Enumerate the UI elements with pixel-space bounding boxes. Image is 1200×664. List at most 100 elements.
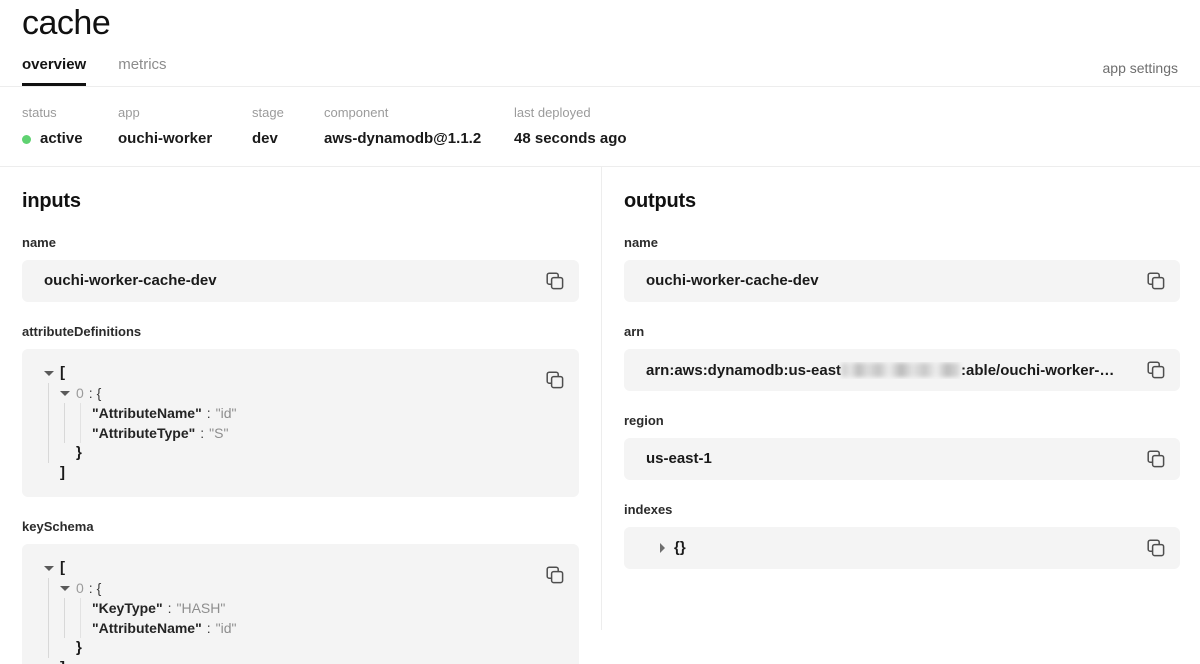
output-label-arn: arn: [624, 324, 645, 339]
output-field-region: region us-east-1: [624, 413, 1180, 480]
json-index: 0: [76, 580, 84, 596]
input-value-name: ouchi-worker-cache-dev: [44, 272, 217, 289]
status-item-component: component aws-dynamodb@1.1.2: [324, 105, 514, 148]
json-close-brace: }: [76, 639, 82, 656]
chevron-down-icon[interactable]: [60, 583, 70, 593]
copy-icon[interactable]: [546, 566, 564, 584]
json-row-array-open[interactable]: [: [44, 558, 533, 578]
output-label-name: name: [624, 235, 658, 250]
json-row-brace-close: }: [60, 638, 533, 658]
json-index-punct: : {: [88, 385, 102, 401]
output-value-name: ouchi-worker-cache-dev: [646, 272, 819, 289]
arn-suffix: :able/ouchi-worker-…: [961, 361, 1115, 379]
output-label-region: region: [624, 413, 664, 428]
arn-prefix: arn:aws:dynamodb:us-east: [646, 361, 842, 379]
copy-icon[interactable]: [1147, 450, 1165, 468]
json-key: "AttributeName": [92, 620, 202, 636]
tab-overview[interactable]: overview: [22, 56, 87, 86]
json-punct: :: [206, 620, 211, 636]
json-row-brace-close: }: [60, 443, 533, 463]
output-box-name: ouchi-worker-cache-dev: [624, 260, 1180, 302]
copy-icon[interactable]: [546, 371, 564, 389]
status-value-status: active: [40, 130, 83, 147]
status-dot-icon: [22, 134, 31, 144]
json-level-1: 0 : { "AttributeName" : "id" "AttributeT…: [44, 383, 533, 463]
json-level-2: "AttributeName" : "id" "AttributeType" :…: [60, 403, 533, 443]
copy-icon[interactable]: [1147, 539, 1165, 557]
copy-icon[interactable]: [1147, 272, 1165, 290]
json-open-bracket: [: [60, 364, 65, 381]
input-field-key-schema: keySchema [ 0 : {"KeyType": "HASH" "At…: [22, 519, 579, 664]
tab-list: overview metrics: [22, 56, 167, 86]
output-box-arn: arn:aws:dynamodb:us-east :able/ouchi-wor…: [624, 349, 1180, 391]
json-row-index[interactable]: 0 : {: [60, 383, 533, 403]
status-label-last-deployed: last deployed: [514, 105, 591, 120]
chevron-down-icon[interactable]: [60, 388, 70, 398]
chevron-down-icon[interactable]: [44, 368, 54, 378]
status-bar: status active app ouchi-worker stage dev…: [0, 87, 1200, 167]
json-key: "AttributeType": [92, 425, 196, 441]
input-field-attribute-definitions: attributeDefinitions [ 0 : {"AttributeN…: [22, 324, 579, 497]
status-label-component: component: [324, 105, 389, 120]
json-empty-object: {}: [674, 539, 686, 556]
tab-bar: overview metrics app settings: [0, 45, 1200, 87]
json-tree-attribute-definitions: [ 0 : { "AttributeName" : "id" "Attribut…: [44, 363, 533, 483]
inputs-title: inputs: [22, 190, 81, 212]
outputs-title: outputs: [624, 190, 696, 212]
json-punct: :: [206, 405, 211, 421]
status-value-stage: dev: [252, 130, 278, 147]
chevron-right-icon[interactable]: [658, 543, 668, 553]
json-tree-indexes: {}: [646, 538, 686, 558]
input-label-attribute-definitions: attributeDefinitions: [22, 324, 142, 339]
app-page: cache overview metrics app settings stat…: [0, 0, 1200, 664]
json-close-brace: }: [76, 444, 82, 461]
json-key: "AttributeName": [92, 405, 202, 421]
redacted-account-id: [842, 363, 961, 377]
outputs-column: outputs name ouchi-worker-cache-dev arn: [601, 167, 1200, 630]
json-punct: :: [200, 425, 205, 441]
json-row-object-collapsed[interactable]: {}: [646, 538, 686, 558]
input-box-name: ouchi-worker-cache-dev: [22, 260, 579, 302]
json-close-bracket: ]: [60, 658, 65, 664]
page-header: cache: [0, 0, 1200, 45]
output-field-indexes: indexes {}: [624, 502, 1180, 569]
status-item-app: app ouchi-worker: [118, 105, 252, 148]
status-label-stage: stage: [252, 105, 284, 120]
json-tree-key-schema: [ 0 : { "KeyType" : "HASH" "AttributeNam…: [44, 558, 533, 664]
tab-metrics[interactable]: metrics: [118, 56, 166, 86]
status-badge: active: [22, 130, 118, 148]
json-row-array-close: ]: [44, 463, 533, 483]
json-row-array-open[interactable]: [: [44, 363, 533, 383]
json-value: "S": [209, 425, 229, 441]
chevron-down-icon[interactable]: [44, 563, 54, 573]
json-close-bracket: ]: [60, 464, 65, 481]
status-value-last-deployed: 48 seconds ago: [514, 130, 627, 147]
output-value-arn: arn:aws:dynamodb:us-east :able/ouchi-wor…: [646, 362, 1134, 379]
json-level-1: 0 : { "KeyType" : "HASH" "AttributeName"…: [44, 578, 533, 658]
json-row-pair: "KeyType" : "HASH": [92, 598, 533, 618]
output-label-indexes: indexes: [624, 502, 673, 517]
json-punct: :: [167, 600, 172, 616]
status-value-app: ouchi-worker: [118, 130, 213, 147]
status-label-status: status: [22, 105, 57, 120]
copy-icon[interactable]: [1147, 361, 1165, 379]
output-value-region: us-east-1: [646, 450, 712, 467]
json-value: "HASH": [176, 600, 226, 616]
status-label-app: app: [118, 105, 140, 120]
json-row-pair: "AttributeName" : "id": [92, 403, 533, 423]
app-settings-link[interactable]: app settings: [1103, 60, 1179, 86]
json-value: "id": [215, 620, 237, 636]
copy-icon[interactable]: [546, 272, 564, 290]
json-row-array-close: ]: [44, 658, 533, 664]
json-key: "KeyType": [92, 600, 163, 616]
output-box-indexes: {}: [624, 527, 1180, 569]
json-row-index[interactable]: 0 : {: [60, 578, 533, 598]
json-row-pair: "AttributeType" : "S": [92, 423, 533, 443]
json-level-2: "KeyType" : "HASH" "AttributeName" : "id…: [60, 598, 533, 638]
json-index: 0: [76, 385, 84, 401]
json-index-punct: : {: [88, 580, 102, 596]
input-box-key-schema: [ 0 : { "KeyType" : "HASH" "AttributeNam…: [22, 544, 579, 664]
